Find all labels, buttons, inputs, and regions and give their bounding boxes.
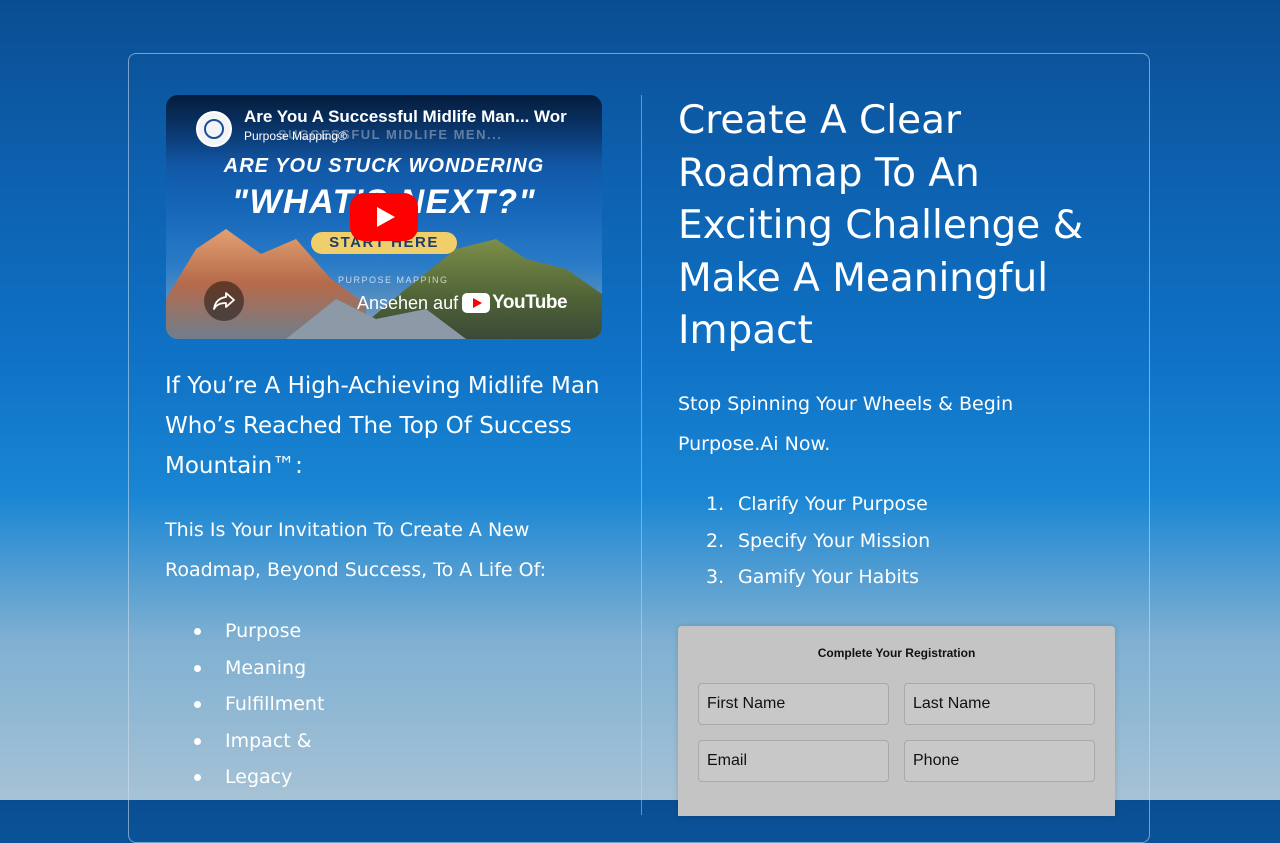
step-number: 3.: [706, 566, 725, 588]
left-subheading: This Is Your Invitation To Create A New …: [165, 519, 546, 581]
email-field[interactable]: Email: [698, 740, 889, 782]
phone-field[interactable]: Phone: [904, 740, 1095, 782]
list-item: Purpose: [193, 613, 324, 650]
column-divider: [641, 95, 642, 815]
play-button-icon[interactable]: [350, 193, 418, 241]
step-label: Specify Your Mission: [738, 529, 931, 552]
list-item: 3. Gamify Your Habits: [706, 559, 930, 596]
list-item: Meaning: [193, 650, 324, 687]
step-number: 2.: [706, 529, 725, 552]
thumbnail-headline-1: ARE YOU STUCK WONDERING: [223, 155, 545, 177]
left-heading: If You’re A High-Achieving Midlife Man W…: [165, 373, 600, 479]
youtube-wordmark: YouTube: [492, 292, 568, 313]
page-title: Create A Clear Roadmap To An Exciting Ch…: [678, 98, 1084, 353]
youtube-video-embed[interactable]: SUCCESSFUL MIDLIFE MEN... Are You A Succ…: [166, 95, 602, 339]
youtube-logo-icon: [462, 293, 491, 313]
list-item: Legacy: [193, 759, 324, 796]
video-title[interactable]: Are You A Successful Midlife Man... Wor: [244, 107, 574, 127]
share-icon[interactable]: [204, 281, 244, 321]
benefits-list: Purpose Meaning Fulfillment Impact & Leg…: [193, 613, 324, 796]
list-item: Fulfillment: [193, 686, 324, 723]
list-item: 2. Specify Your Mission: [706, 523, 930, 560]
right-subheading: Stop Spinning Your Wheels & Begin Purpos…: [678, 393, 1014, 455]
watch-on-label: Ansehen auf: [357, 292, 459, 313]
steps-list: 1. Clarify Your Purpose 2. Specify Your …: [706, 486, 930, 596]
first-name-field[interactable]: First Name: [698, 683, 889, 725]
step-label: Gamify Your Habits: [738, 566, 920, 588]
watch-on-youtube-link[interactable]: Ansehen auf YouTube: [357, 291, 568, 315]
channel-logo-icon[interactable]: [196, 111, 232, 147]
step-label: Clarify Your Purpose: [738, 493, 928, 515]
list-item: 1. Clarify Your Purpose: [706, 486, 930, 523]
registration-form: Complete Your Registration First Name La…: [678, 626, 1115, 816]
last-name-field[interactable]: Last Name: [904, 683, 1095, 725]
video-channel-name[interactable]: Purpose Mapping®: [244, 129, 347, 143]
thumbnail-brand: PURPOSE MAPPING: [338, 275, 449, 285]
form-title: Complete Your Registration: [817, 646, 976, 660]
list-item: Impact &: [193, 723, 324, 760]
step-number: 1.: [706, 493, 725, 515]
